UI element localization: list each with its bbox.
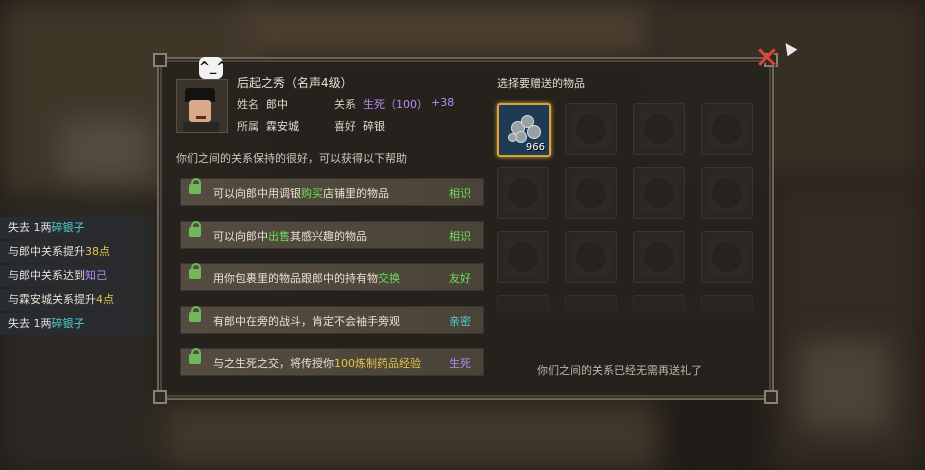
benefit-row: 有郎中在旁的战斗，肯定不会袖手旁观 亲密 — [180, 306, 484, 334]
benefit-highlight: 交换 — [378, 272, 400, 285]
log-entry-text: 碎银子 — [51, 317, 85, 330]
npc-preference: 碎银 — [363, 120, 385, 133]
npc-name: 郎中 — [266, 98, 288, 111]
silver-ore-icon — [527, 125, 541, 139]
relation-label: 关系 — [334, 98, 356, 111]
benefit-text: 有郎中在旁的战斗，肯定不会袖手旁观 — [213, 313, 400, 329]
gift-item-slot[interactable] — [701, 231, 753, 283]
silver-ore-icon — [508, 133, 517, 142]
empty-slot-icon — [644, 178, 674, 208]
gift-item-slot[interactable] — [565, 231, 617, 283]
benefit-text-part: 店铺里的物品 — [323, 187, 389, 200]
log-entry-text: 38点 — [85, 245, 110, 258]
log-entry: 失去 1两碎银子 — [0, 313, 180, 335]
benefit-highlight: 100炼制药品经验 — [334, 357, 421, 370]
gift-item-slot[interactable] — [633, 103, 685, 155]
benefit-required-level: 相识 — [449, 187, 471, 200]
benefit-text-part: 用你包裹里的物品跟郎中的持有物 — [213, 272, 378, 285]
corner-ornament — [764, 390, 778, 404]
benefit-required-level: 友好 — [449, 272, 471, 285]
unlocked-icon — [189, 221, 201, 237]
empty-slot-icon — [644, 114, 674, 144]
gift-item-slot[interactable] — [633, 231, 685, 283]
benefit-required-level: 生死 — [449, 357, 471, 370]
log-entry-text: 4点 — [96, 293, 114, 306]
unlocked-icon — [189, 306, 201, 322]
gift-panel-title: 选择要赠送的物品 — [497, 77, 585, 90]
gift-item-slot[interactable] — [497, 167, 549, 219]
log-entry-text: 与霖安城关系提升 — [8, 293, 96, 306]
npc-affiliation: 霖安城 — [266, 120, 299, 133]
log-entry: 与郎中关系达到知己 — [0, 265, 180, 287]
corner-ornament — [153, 53, 167, 67]
emote-bubble-icon: ^_^ — [199, 57, 227, 79]
log-entry: 与霖安城关系提升4点 — [0, 289, 180, 311]
gift-item-slot[interactable] — [701, 103, 753, 155]
benefit-row: 可以向郎中用调银购买店铺里的物品 相识 — [180, 178, 484, 206]
help-header: 你们之间的关系保持的很好，可以获得以下帮助 — [176, 152, 407, 165]
log-entry: 失去 1两碎银子 — [0, 217, 180, 239]
preference-label: 喜好 — [334, 120, 356, 133]
benefit-text: 用你包裹里的物品跟郎中的持有物交换 — [213, 270, 400, 286]
unlocked-icon — [189, 348, 201, 364]
gift-item-slot[interactable] — [633, 167, 685, 219]
benefit-row: 用你包裹里的物品跟郎中的持有物交换 友好 — [180, 263, 484, 291]
log-entry-text: 知己 — [85, 269, 107, 282]
empty-slot-icon — [576, 178, 606, 208]
unlocked-icon — [189, 263, 201, 279]
gift-item-slot[interactable] — [565, 103, 617, 155]
empty-slot-icon — [576, 242, 606, 272]
log-entry-text: 失去 1两 — [8, 221, 52, 234]
item-count: 966 — [525, 142, 545, 153]
benefit-text-part: 其感兴趣的物品 — [290, 230, 367, 243]
empty-slot-icon — [712, 178, 742, 208]
benefit-text: 可以向郎中用调银购买店铺里的物品 — [213, 185, 389, 201]
close-button[interactable]: ✕ — [752, 44, 782, 74]
log-entry-text: 与郎中关系提升 — [8, 245, 85, 258]
npc-title: 后起之秀（名声4级） — [237, 76, 353, 90]
log-entry-text: 失去 1两 — [8, 317, 52, 330]
relation-value: 生死（100） — [363, 98, 428, 111]
gift-footer-message: 你们之间的关系已经无需再送礼了 — [537, 364, 702, 377]
benefit-required-level: 亲密 — [449, 315, 471, 328]
empty-slot-icon — [712, 114, 742, 144]
benefit-highlight: 购买 — [301, 187, 323, 200]
empty-slot-icon — [508, 178, 538, 208]
gift-item-slot[interactable] — [565, 167, 617, 219]
gift-item-slot[interactable] — [701, 167, 753, 219]
benefit-text: 可以向郎中出售其感兴趣的物品 — [213, 228, 367, 244]
relation-bonus: +38 — [431, 96, 455, 109]
log-entry: 与郎中关系提升38点 — [0, 241, 180, 263]
affiliation-label: 所属 — [237, 120, 259, 133]
benefit-row: 可以向郎中出售其感兴趣的物品 相识 — [180, 221, 484, 249]
name-label: 姓名 — [237, 98, 259, 111]
grid-fade — [495, 290, 760, 320]
unlocked-icon — [189, 178, 201, 194]
benefit-text-part: 可以向郎中用调银 — [213, 187, 301, 200]
log-entry-text: 碎银子 — [51, 221, 85, 234]
benefit-row: 与之生死之交，将传授你100炼制药品经验 生死 — [180, 348, 484, 376]
empty-slot-icon — [712, 242, 742, 272]
benefit-text-part: 与之生死之交，将传授你 — [213, 357, 334, 370]
benefit-required-level: 相识 — [449, 230, 471, 243]
benefit-text-part: 有郎中在旁的战斗，肯定不会袖手旁观 — [213, 315, 400, 328]
empty-slot-icon — [576, 114, 606, 144]
npc-portrait — [176, 79, 228, 133]
benefit-text-part: 可以向郎中 — [213, 230, 268, 243]
empty-slot-icon — [644, 242, 674, 272]
corner-ornament — [153, 390, 167, 404]
log-entry-text: 与郎中关系达到 — [8, 269, 85, 282]
benefit-text: 与之生死之交，将传授你100炼制药品经验 — [213, 355, 421, 371]
gift-item-slot-selected[interactable]: 966 — [497, 103, 551, 157]
benefit-highlight: 出售 — [268, 230, 290, 243]
event-log: 失去 1两碎银子 与郎中关系提升38点 与郎中关系达到知己 与霖安城关系提升4点 失去 … — [0, 217, 180, 337]
empty-slot-icon — [508, 242, 538, 272]
gift-item-slot[interactable] — [497, 231, 549, 283]
